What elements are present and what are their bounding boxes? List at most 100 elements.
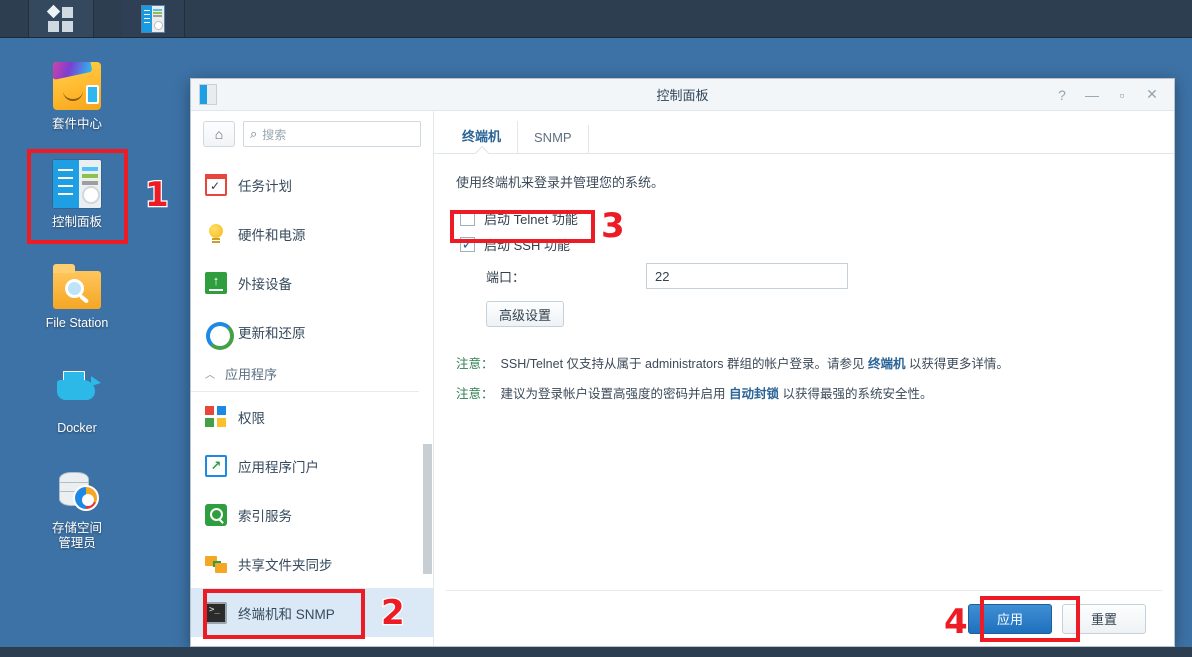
- sidebar-item-indexing-service[interactable]: 索引服务: [191, 490, 433, 539]
- desktop-icon-package-center[interactable]: 套件中心: [22, 62, 132, 132]
- note-item: 注意： 建议为登录帐户设置高强度的密码并启用 自动封锁 以获得最强的系统安全性。: [456, 385, 1150, 403]
- sidebar-item-label: 更新和还原: [238, 325, 306, 341]
- taskbar-edge: [0, 0, 28, 37]
- indexing-service-icon: [205, 503, 227, 526]
- window-titlebar[interactable]: 控制面板 ? — ▫ ✕: [191, 79, 1174, 111]
- nav-toolbar: ⌂ ⌕ 搜索: [191, 111, 433, 156]
- window-footer: 应用 重置: [446, 590, 1162, 646]
- tab-terminal[interactable]: 终端机: [446, 121, 519, 153]
- docker-whale-icon: [53, 366, 101, 414]
- home-icon: ⌂: [214, 126, 224, 142]
- storage-manager-icon: [53, 466, 101, 514]
- tab-snmp[interactable]: SNMP: [518, 125, 589, 153]
- taskbar-gap: [94, 0, 122, 37]
- enable-ssh-label: 启动 SSH 功能: [484, 237, 570, 253]
- four-squares-icon: [46, 4, 74, 32]
- desktop-icon-docker[interactable]: Docker: [22, 366, 132, 436]
- control-panel-content: 终端机 SNMP 使用终端机来登录并管理您的系统。 启动 Telnet 功能 ✓: [434, 111, 1174, 646]
- search-input[interactable]: ⌕ 搜索: [243, 121, 421, 147]
- desktop-icon-label: File Station: [45, 316, 109, 330]
- taskbar-empty-area: [185, 0, 1192, 37]
- enable-telnet-row[interactable]: 启动 Telnet 功能: [460, 205, 1150, 231]
- desktop-icon-file-station[interactable]: File Station: [22, 264, 132, 331]
- port-label: 端口：: [486, 269, 526, 285]
- external-devices-icon: [205, 271, 227, 294]
- folder-search-icon: [53, 264, 101, 309]
- tab-label: SNMP: [534, 130, 572, 145]
- bottom-taskbar-strip: [0, 647, 1192, 657]
- desktop-icon-label-2: 管理员: [58, 536, 96, 550]
- taskbar: [0, 0, 1192, 38]
- taskbar-main-menu-button[interactable]: [29, 0, 93, 37]
- nav-group-applications[interactable]: ︿ 应用程序: [191, 356, 419, 392]
- application-portal-icon: [205, 454, 227, 477]
- sidebar-item-label: 应用程序门户: [238, 459, 319, 475]
- sidebar-item-label: 外接设备: [238, 276, 292, 292]
- sidebar-item-privileges[interactable]: 权限: [191, 392, 433, 441]
- window-title: 控制面板: [656, 88, 709, 103]
- desktop-icon-storage-manager[interactable]: 存储空间 管理员: [22, 466, 132, 551]
- note-body: SSH/Telnet 仅支持从属于 administrators 群组的帐户登录…: [501, 355, 1009, 373]
- sidebar-item-hardware-power[interactable]: 硬件和电源: [191, 209, 433, 258]
- task-scheduler-icon: [205, 173, 227, 196]
- advanced-settings-row: 高级设置: [486, 301, 1150, 327]
- shared-folder-sync-icon: [205, 553, 227, 575]
- notes-section: 注意： SSH/Telnet 仅支持从属于 administrators 群组的…: [456, 355, 1150, 403]
- desktop-icon-control-panel[interactable]: 控制面板: [22, 160, 132, 230]
- terminal-settings-pane: 使用终端机来登录并管理您的系统。 启动 Telnet 功能 ✓ 启动 SSH 功…: [434, 154, 1174, 590]
- sidebar-item-label: 权限: [238, 410, 265, 426]
- control-panel-icon: [53, 160, 101, 208]
- package-center-icon: [53, 62, 101, 110]
- chevron-up-icon: ︿: [205, 370, 215, 381]
- reset-button[interactable]: 重置: [1062, 603, 1146, 634]
- port-row: 端口： 22: [460, 263, 1150, 289]
- annotation-number-2: 2: [380, 593, 406, 633]
- update-restore-icon: [205, 321, 234, 350]
- tab-bar: 终端机 SNMP: [434, 111, 1174, 154]
- note-text-pre: SSH/Telnet 仅支持从属于 administrators 群组的帐户登录…: [500, 357, 868, 371]
- annotation-number-3: 3: [600, 206, 626, 246]
- annotation-number-4: 4: [943, 602, 969, 642]
- taskbar-control-panel-task[interactable]: [122, 0, 184, 37]
- control-panel-icon: [142, 5, 164, 32]
- note-link[interactable]: 自动封锁: [729, 387, 779, 401]
- window-body: ⌂ ⌕ 搜索 任务计划 硬件和电源 外接设备: [191, 111, 1174, 646]
- desktop-icon-label: Docker: [57, 421, 97, 435]
- enable-ssh-checkbox[interactable]: ✓: [460, 235, 475, 252]
- sidebar-item-shared-folder-sync[interactable]: 共享文件夹同步: [191, 539, 433, 588]
- note-tag: 注意：: [456, 387, 494, 401]
- sidebar-item-label: 共享文件夹同步: [238, 557, 333, 573]
- note-tag: 注意：: [456, 357, 494, 371]
- desktop-icon-label: 存储空间: [51, 521, 102, 535]
- apply-button[interactable]: 应用: [968, 603, 1052, 634]
- pane-description: 使用终端机来登录并管理您的系统。: [456, 175, 665, 190]
- sidebar-item-external-devices[interactable]: 外接设备: [191, 258, 433, 307]
- note-text-post: 以获得更多详情。: [905, 357, 1009, 371]
- terminal-snmp-icon: [205, 601, 227, 624]
- nav-item-list: 任务计划 硬件和电源 外接设备 更新和还原 ︿ 应用程序: [191, 156, 433, 646]
- note-text-pre: 建议为登录帐户设置高强度的密码并启用: [500, 387, 729, 401]
- nav-scrollbar-thumb[interactable]: [423, 444, 432, 574]
- sidebar-item-label: 终端机和 SNMP: [238, 606, 335, 622]
- hardware-power-icon: [205, 223, 227, 245]
- note-item: 注意： SSH/Telnet 仅支持从属于 administrators 群组的…: [456, 355, 1150, 373]
- home-button[interactable]: ⌂: [203, 121, 235, 147]
- enable-telnet-checkbox[interactable]: [460, 210, 475, 226]
- sidebar-item-label: 任务计划: [238, 178, 292, 194]
- checkmark-icon: ✓: [461, 235, 474, 252]
- annotation-number-1: 1: [144, 175, 170, 215]
- tab-label: 终端机: [462, 129, 502, 144]
- privileges-icon: [205, 405, 227, 428]
- advanced-settings-button[interactable]: 高级设置: [486, 301, 565, 327]
- note-link[interactable]: 终端机: [868, 357, 906, 371]
- search-placeholder: 搜索: [262, 127, 287, 142]
- sidebar-item-update-restore[interactable]: 更新和还原: [191, 307, 433, 356]
- control-panel-nav: ⌂ ⌕ 搜索 任务计划 硬件和电源 外接设备: [191, 111, 434, 646]
- desktop-icon-label: 控制面板: [51, 215, 102, 229]
- sidebar-item-task-scheduler[interactable]: 任务计划: [191, 160, 433, 209]
- nav-scrollbar[interactable]: [423, 156, 432, 646]
- port-input[interactable]: 22: [646, 263, 848, 289]
- sidebar-item-application-portal[interactable]: 应用程序门户: [191, 441, 433, 490]
- enable-ssh-row[interactable]: ✓ 启动 SSH 功能: [460, 231, 1150, 257]
- note-text-post: 以获得最强的系统安全性。: [779, 387, 933, 401]
